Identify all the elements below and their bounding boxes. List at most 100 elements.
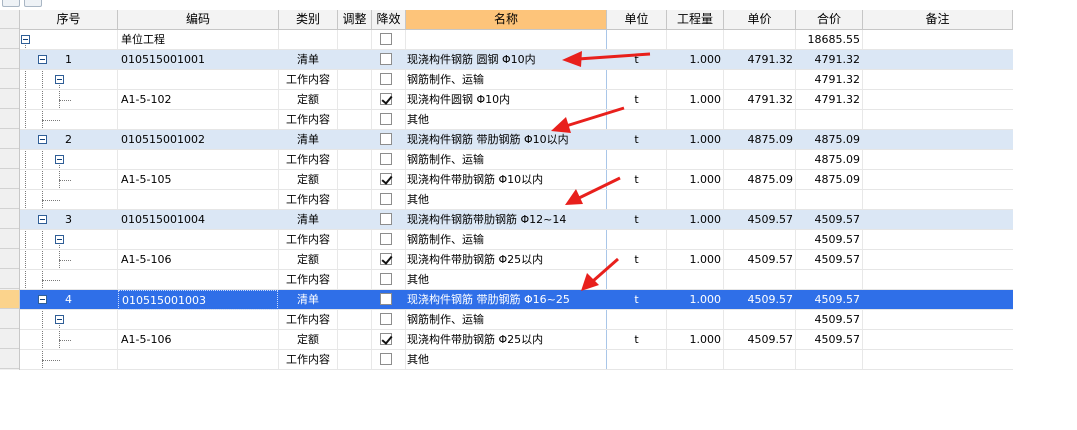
table-row[interactable]: A1-5-102 定额 现浇构件圆钢 Φ10内 t 1.000 4791.32 … (20, 90, 1013, 110)
row-header-cell-selected[interactable] (0, 290, 19, 309)
collapse-toggle-icon[interactable] (55, 235, 64, 244)
cell-type[interactable]: 工作内容 (279, 110, 337, 130)
cell-unit-price[interactable]: 4791.32 (724, 50, 795, 70)
cell-total[interactable]: 4509.57 (796, 330, 862, 350)
col-header-index[interactable]: 序号 (20, 10, 118, 30)
reduce-checkbox[interactable] (380, 53, 392, 65)
cell-name[interactable]: 钢筋制作、运输 (406, 150, 606, 170)
row-header-cell[interactable] (0, 90, 19, 109)
row-header-cell[interactable] (0, 30, 19, 49)
cell-total[interactable]: 4509.57 (796, 210, 862, 230)
reduce-checkbox[interactable] (380, 193, 392, 205)
cell-code[interactable]: 010515001004 (118, 210, 278, 230)
row-header-cell[interactable] (0, 190, 19, 209)
cell-quantity[interactable]: 1.000 (667, 330, 723, 350)
cell-quantity[interactable]: 1.000 (667, 170, 723, 190)
table-row[interactable]: 工作内容 其他 (20, 270, 1013, 290)
toolbar-button[interactable] (24, 0, 42, 7)
cell-name[interactable]: 现浇构件带肋钢筋 Φ10以内 (406, 170, 606, 190)
cell-total[interactable]: 4509.57 (796, 250, 862, 270)
cell-index[interactable]: 2 (20, 130, 117, 150)
table-row[interactable]: 工作内容 钢筋制作、运输 4875.09 (20, 150, 1013, 170)
reduce-checkbox[interactable] (380, 153, 392, 165)
table-row[interactable]: 工作内容 其他 (20, 110, 1013, 130)
cell-name[interactable]: 钢筋制作、运输 (406, 230, 606, 250)
cell-index[interactable]: 4 (20, 290, 117, 310)
row-header-cell[interactable] (0, 110, 19, 129)
table-row[interactable]: 工作内容 其他 (20, 190, 1013, 210)
reduce-checkbox[interactable] (380, 313, 392, 325)
row-header-cell[interactable] (0, 310, 19, 329)
table-row[interactable]: A1-5-106 定额 现浇构件带肋钢筋 Φ25以内 t 1.000 4509.… (20, 330, 1013, 350)
cell-code[interactable]: 010515001001 (118, 50, 278, 70)
cell-unit-price[interactable]: 4509.57 (724, 210, 795, 230)
cell-total[interactable]: 4875.09 (796, 150, 862, 170)
cell-type[interactable]: 清单 (279, 210, 337, 230)
reduce-checkbox[interactable] (380, 273, 392, 285)
cell-type[interactable]: 工作内容 (279, 230, 337, 250)
reduce-checkbox[interactable] (380, 293, 392, 305)
col-header-type[interactable]: 类别 (279, 10, 338, 30)
cell-name[interactable]: 钢筋制作、运输 (406, 70, 606, 90)
cell-name[interactable]: 其他 (406, 190, 606, 210)
cell-quantity[interactable]: 1.000 (667, 250, 723, 270)
row-header-cell[interactable] (0, 350, 19, 369)
table-row[interactable]: 2 010515001002 清单 现浇构件钢筋 带肋钢筋 Φ10以内 t 1.… (20, 130, 1013, 150)
cell-type[interactable]: 定额 (279, 170, 337, 190)
cell-total[interactable]: 18685.55 (796, 30, 862, 50)
cell-name[interactable]: 现浇构件带肋钢筋 Φ25以内 (406, 330, 606, 350)
cell-name[interactable]: 其他 (406, 110, 606, 130)
col-header-unit[interactable]: 单位 (607, 10, 667, 30)
cell-name[interactable]: 其他 (406, 270, 606, 290)
cell-quantity[interactable]: 1.000 (667, 90, 723, 110)
row-header-cell[interactable] (0, 130, 19, 149)
cell-index[interactable]: 3 (20, 210, 117, 230)
col-header-name[interactable]: 名称 (406, 10, 607, 30)
table-row[interactable]: 工作内容 其他 (20, 350, 1013, 370)
cell-type[interactable]: 工作内容 (279, 350, 337, 370)
cell-type[interactable]: 定额 (279, 330, 337, 350)
cell-total[interactable]: 4791.32 (796, 90, 862, 110)
table-row[interactable]: 单位工程 18685.55 (20, 30, 1013, 50)
table-row[interactable]: A1-5-105 定额 现浇构件带肋钢筋 Φ10以内 t 1.000 4875.… (20, 170, 1013, 190)
col-header-total[interactable]: 合价 (796, 10, 863, 30)
collapse-toggle-icon[interactable] (21, 35, 30, 44)
cell-unit-price[interactable]: 4509.57 (724, 290, 795, 310)
cell-unit[interactable]: t (607, 250, 666, 270)
row-header-cell[interactable] (0, 270, 19, 289)
table-row[interactable]: 工作内容 钢筋制作、运输 4509.57 (20, 230, 1013, 250)
cell-unit[interactable]: t (607, 90, 666, 110)
reduce-checkbox[interactable] (380, 73, 392, 85)
row-header-cell[interactable] (0, 170, 19, 189)
cell-name[interactable]: 现浇构件圆钢 Φ10内 (406, 90, 606, 110)
row-header-cell[interactable] (0, 210, 19, 229)
row-header-cell[interactable] (0, 330, 19, 349)
table-row[interactable]: 1 010515001001 清单 现浇构件钢筋 圆钢 Φ10内 t 1.000… (20, 50, 1013, 70)
cell-unit[interactable]: t (607, 130, 666, 150)
reduce-checkbox[interactable] (380, 233, 392, 245)
reduce-checkbox[interactable] (380, 33, 392, 45)
cell-index[interactable]: 1 (20, 50, 117, 70)
cell-unit[interactable]: t (607, 210, 666, 230)
table-row[interactable]: A1-5-106 定额 现浇构件带肋钢筋 Φ25以内 t 1.000 4509.… (20, 250, 1013, 270)
cell-type[interactable]: 工作内容 (279, 150, 337, 170)
cell-type[interactable]: 清单 (279, 130, 337, 150)
table-row[interactable]: 工作内容 钢筋制作、运输 4791.32 (20, 70, 1013, 90)
cell-name[interactable]: 现浇构件带肋钢筋 Φ25以内 (406, 250, 606, 270)
cell-quantity[interactable]: 1.000 (667, 210, 723, 230)
table-row[interactable]: 3 010515001004 清单 现浇构件钢筋带肋钢筋 Φ12~14 t 1.… (20, 210, 1013, 230)
cell-code[interactable]: 010515001003 (118, 290, 278, 310)
cell-name[interactable]: 现浇构件钢筋 带肋钢筋 Φ10以内 (406, 130, 606, 150)
cell-total[interactable]: 4509.57 (796, 310, 862, 330)
cell-code[interactable]: A1-5-106 (118, 250, 278, 270)
cell-total[interactable]: 4791.32 (796, 70, 862, 90)
table-row[interactable]: 工作内容 钢筋制作、运输 4509.57 (20, 310, 1013, 330)
row-header-cell[interactable] (0, 230, 19, 249)
cell-total[interactable]: 4509.57 (796, 230, 862, 250)
col-header-reduce[interactable]: 降效 (372, 10, 406, 30)
cell-unit-price[interactable]: 4509.57 (724, 250, 795, 270)
cell-unit[interactable]: t (607, 50, 666, 70)
reduce-checkbox-checked[interactable] (380, 93, 392, 105)
collapse-toggle-icon[interactable] (55, 75, 64, 84)
cell-code[interactable]: 单位工程 (118, 30, 278, 50)
